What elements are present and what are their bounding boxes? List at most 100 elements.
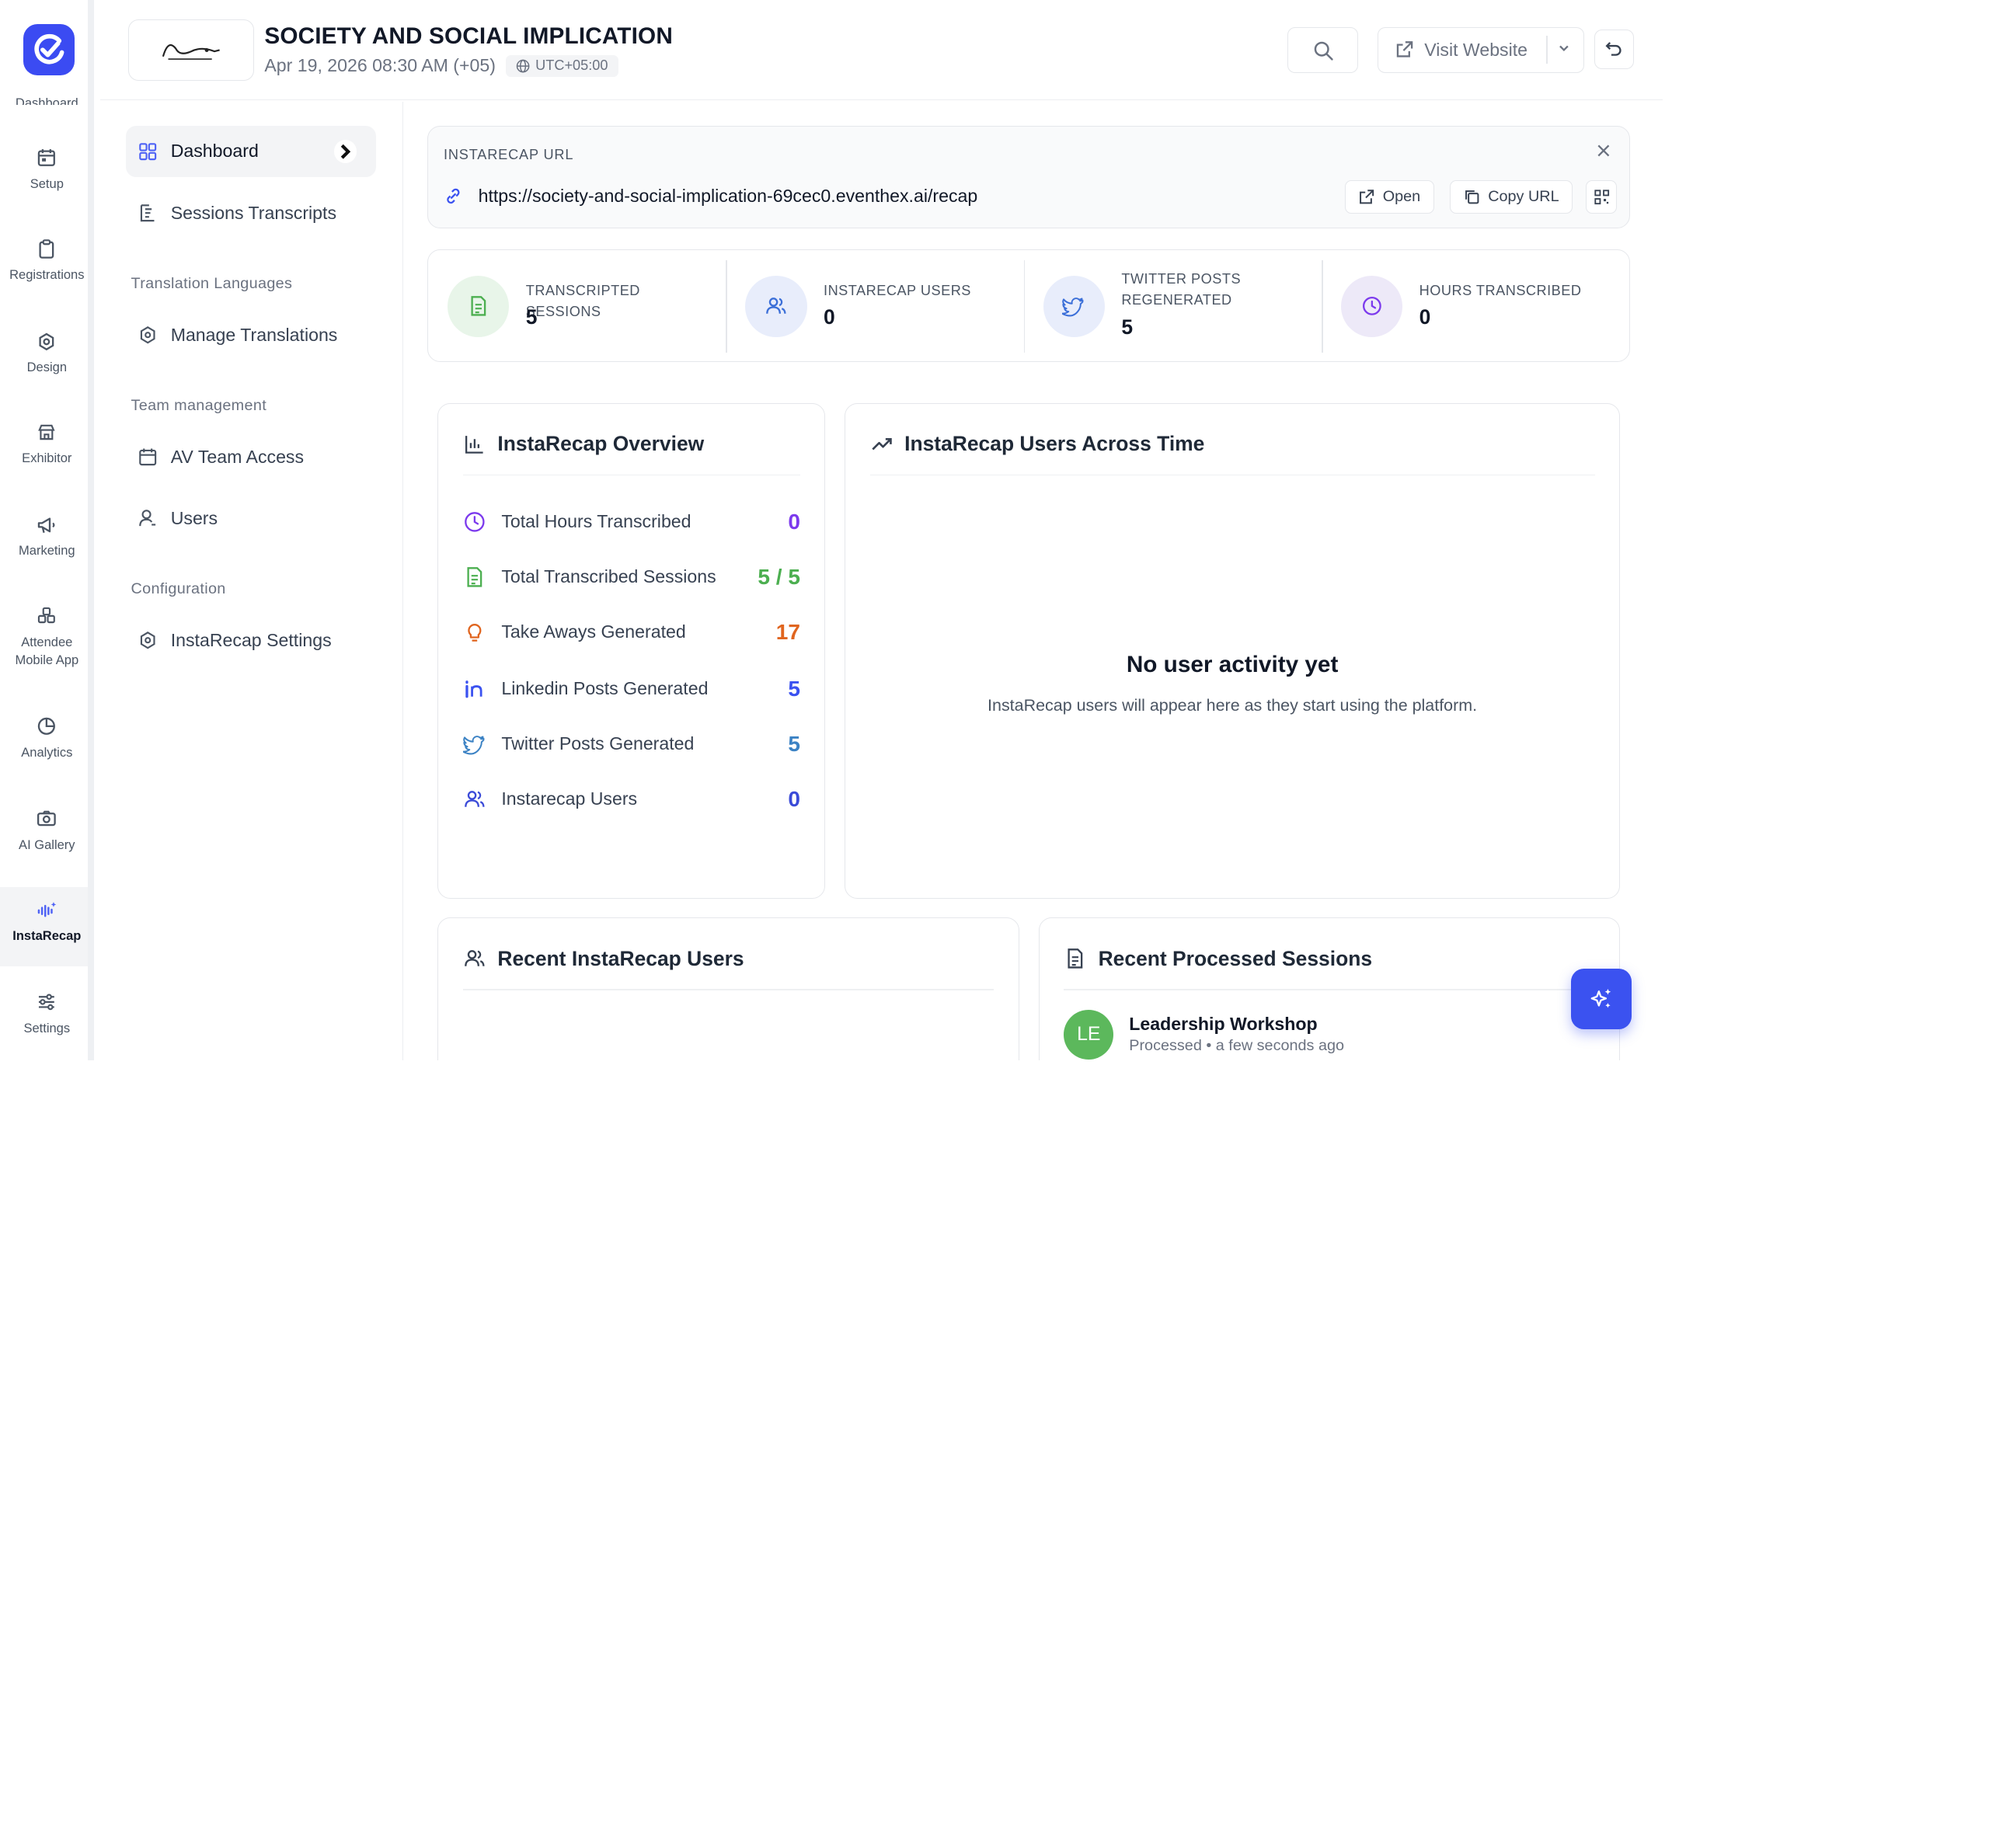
card-divider [462,989,994,990]
stat-value: 5 [525,305,538,329]
empty-state-title: No user activity yet [1126,651,1339,677]
subnav-users[interactable]: Users [126,492,376,544]
event-logo[interactable] [128,19,255,82]
event-date: Apr 19, 2026 08:30 AM (+05) UTC+05:00 [264,55,618,77]
stat-label: HOURS TRANSCRIBED [1419,283,1582,299]
undo-icon [1605,42,1622,57]
stat-icon-wrap [1340,275,1403,337]
subnav-label: AV Team Access [170,446,305,467]
card-title: InstaRecap Users Across Time [870,432,1204,456]
card-title: Recent Processed Sessions [1064,947,1372,971]
overview-row-users: Instarecap Users 0 [463,784,800,815]
card-divider [869,474,1595,476]
external-link-icon [1396,41,1413,57]
overview-value: 5 [788,731,800,756]
visit-website-button[interactable]: Visit Website [1377,26,1584,74]
overview-row-sessions: Total Transcribed Sessions 5 / 5 [463,562,800,593]
hexagon-icon [140,326,155,344]
overview-row-linkedin: Linkedin Posts Generated 5 [463,673,800,705]
rail-item-attendee-mobile-app[interactable]: Attendee Mobile App [0,604,88,669]
overview-label: Total Transcribed Sessions [501,566,716,587]
rail-item-settings[interactable]: Settings [0,990,88,1036]
ai-assistant-button[interactable] [1571,969,1632,1030]
group-team-management: Team management [131,396,267,414]
rail-item-registrations[interactable]: Registrations [0,238,88,284]
subnav-manage-translations[interactable]: Manage Translations [126,309,376,360]
pie-chart-icon [38,718,56,736]
stat-icon-wrap [745,275,807,337]
rail-label: Exhibitor [22,451,72,466]
event-logo-image [162,44,220,60]
app-logo[interactable] [23,24,75,76]
settings-icon [140,632,155,649]
group-configuration: Configuration [131,579,226,597]
copy-url-button[interactable]: Copy URL [1450,180,1573,214]
users-icon [464,790,485,807]
instarecap-url[interactable]: https://society-and-social-implication-6… [479,186,978,207]
calendar-icon [138,448,156,466]
card-divider [462,474,800,476]
subnav-dashboard-label: Dashboard [170,141,259,162]
document-icon [467,567,482,587]
rail-item-analytics[interactable]: Analytics [0,715,88,760]
timezone-badge: UTC+05:00 [506,55,618,77]
close-icon[interactable] [1596,143,1611,158]
url-row: https://society-and-social-implication-6… [444,186,977,207]
undo-button[interactable] [1594,30,1635,70]
trending-up-icon [871,437,892,451]
rail-item-setup[interactable]: Setup [0,146,88,192]
secondary-sidebar: Dashboard Sessions Transcripts Translati… [99,101,403,1060]
overview-value: 17 [775,619,800,644]
rail-item-dashboard-label[interactable]: Dashboard [0,90,88,106]
timezone-label: UTC+05:00 [535,57,608,74]
subnav-label: Users [170,507,218,528]
chevron-down-icon[interactable] [1556,40,1572,56]
link-icon [447,188,460,204]
rail-label: Registrations [9,266,85,282]
subnav-av-team-access[interactable]: AV Team Access [126,431,376,482]
recent-sessions-card: Recent Processed Sessions LE Leadership … [1038,917,1621,1060]
subnav-dashboard[interactable]: Dashboard [125,125,377,177]
session-list-item[interactable]: LE Leadership Workshop Processed • a few… [1064,1009,1344,1060]
globe-icon [517,59,530,73]
rail-label: Marketing [19,543,75,559]
rail-label: InstaRecap [12,927,82,943]
qr-code-button[interactable] [1586,180,1618,214]
transcript-icon [140,204,155,222]
rail-item-ai-gallery[interactable]: AI Gallery [0,807,88,853]
overview-value: 5 / 5 [758,564,800,589]
session-name: Leadership Workshop [1129,1014,1318,1035]
stat-value: 5 [1121,315,1134,339]
document-icon [471,296,486,316]
search-button[interactable] [1287,26,1358,74]
stat-hours-transcribed: HOURS TRANSCRIBED 0 [1322,250,1619,363]
rail-label: Design [26,359,68,374]
megaphone-icon [38,517,55,533]
subnav-label: Manage Translations [170,324,338,345]
overview-label: Take Aways Generated [501,621,686,642]
twitter-icon [462,735,485,755]
button-divider [1546,35,1548,64]
recent-users-card: Recent InstaRecap Users [437,917,1019,1060]
recent-users-title: Recent InstaRecap Users [497,946,744,970]
store-icon [38,424,56,440]
subnav-sessions-transcripts[interactable]: Sessions Transcripts [126,187,376,238]
overview-label: Linkedin Posts Generated [501,678,709,699]
overview-label: Twitter Posts Generated [501,733,695,754]
logo-mark-icon [34,34,64,64]
mobile-app-icon [38,607,56,624]
rail-item-design[interactable]: Design [0,330,88,376]
rail-item-marketing[interactable]: Marketing [0,513,88,559]
rail-item-instarecap[interactable]: InstaRecap [0,886,88,967]
open-url-button[interactable]: Open [1344,180,1434,214]
rail-label: Settings [23,1020,71,1035]
empty-state-subtitle: InstaRecap users will appear here as the… [988,696,1478,715]
avatar: LE [1064,1009,1114,1060]
rail-item-exhibitor[interactable]: Exhibitor [0,421,88,467]
event-datetime: Apr 19, 2026 08:30 AM (+05) [264,55,496,76]
stat-instarecap-users: INSTARECAP USERS 0 [726,250,1023,363]
stat-value: 0 [1419,305,1431,329]
rail-label: Analytics [21,744,73,760]
subnav-instarecap-settings[interactable]: InstaRecap Settings [126,614,376,666]
lightbulb-icon [468,624,482,642]
